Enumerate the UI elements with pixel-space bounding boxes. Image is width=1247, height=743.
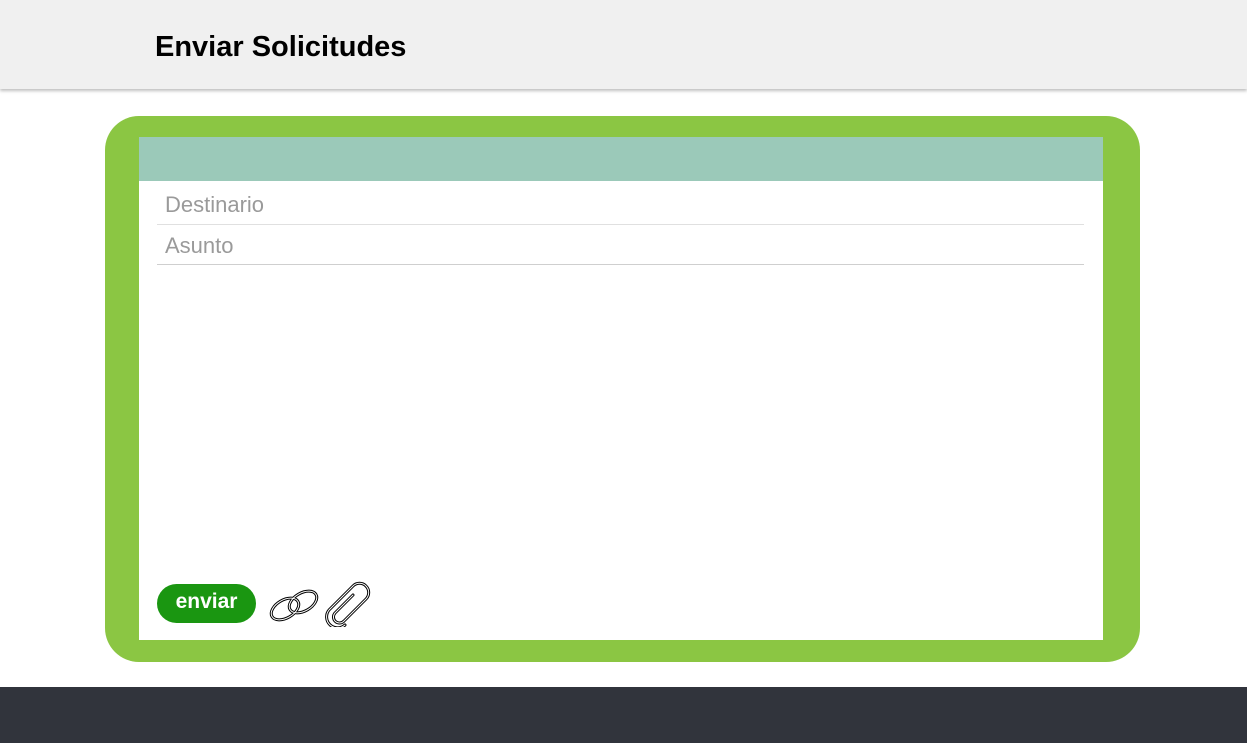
top-bar: Enviar Solicitudes	[0, 0, 1247, 89]
send-button[interactable]: enviar	[157, 584, 256, 623]
page-footer	[0, 687, 1247, 743]
compose-panel: enviar	[139, 137, 1103, 640]
compose-frame: enviar	[105, 116, 1140, 662]
paperclip-icon[interactable]	[323, 579, 375, 630]
recipient-input[interactable]	[157, 185, 1084, 225]
page-title: Enviar Solicitudes	[155, 31, 407, 63]
subject-input[interactable]	[157, 227, 1084, 265]
message-body-textarea[interactable]	[157, 269, 1088, 573]
link-icon[interactable]	[267, 585, 323, 625]
compose-panel-header	[139, 137, 1103, 181]
